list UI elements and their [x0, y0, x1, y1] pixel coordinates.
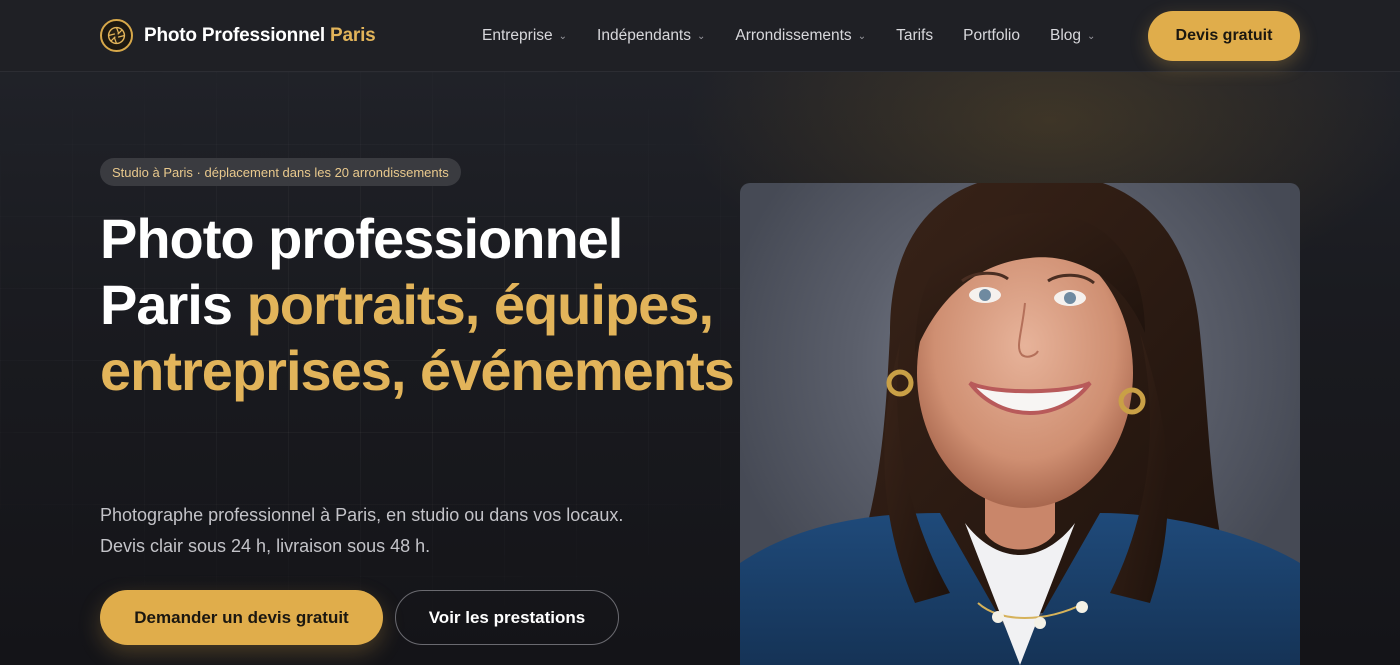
nav-item-label: Indépendants [597, 27, 691, 44]
brand-name-main: Photo Professionnel [144, 24, 325, 46]
nav-item-arrondissements[interactable]: Arrondissements ⌄ [735, 27, 866, 45]
nav-item-label: Entreprise [482, 27, 553, 44]
hero-description: Photographe professionnel à Paris, en st… [100, 500, 720, 562]
chevron-down-icon: ⌄ [857, 31, 867, 42]
hero-portrait-image [740, 183, 1300, 665]
chevron-down-icon: ⌄ [1087, 31, 1096, 42]
hero-title: Photo professionnel Paris portraits, équ… [100, 206, 740, 404]
nav-item-blog[interactable]: Blog ⌄ [1050, 27, 1095, 45]
hero-description-line1: Photographe professionnel à Paris, en st… [100, 505, 624, 525]
brand-name-accent: Paris [330, 24, 376, 46]
view-services-button[interactable]: Voir les prestations [395, 590, 619, 645]
request-quote-button[interactable]: Demander un devis gratuit [100, 590, 383, 645]
nav-item-tarifs[interactable]: Tarifs [896, 27, 933, 45]
nav-item-label: Tarifs [896, 27, 934, 44]
chevron-down-icon: ⌄ [558, 31, 568, 42]
main-nav: Entreprise ⌄ Indépendants ⌄ Arrondisseme… [482, 0, 1125, 72]
nav-item-label: Portfolio [963, 27, 1020, 44]
hero-description-line2: Devis clair sous 24 h, livraison sous 48… [100, 536, 431, 556]
header-quote-button[interactable]: Devis gratuit [1148, 11, 1300, 61]
brand-logo-link[interactable]: Photo Professionnel Paris [100, 19, 376, 52]
nav-item-independants[interactable]: Indépendants ⌄ [597, 27, 705, 45]
nav-item-entreprise[interactable]: Entreprise ⌄ [482, 27, 567, 45]
site-header: Photo Professionnel Paris Entreprise ⌄ I… [0, 0, 1400, 72]
location-badge: Studio à Paris · déplacement dans les 20… [100, 158, 461, 186]
brand-name: Photo Professionnel Paris [144, 25, 376, 47]
camera-aperture-icon [100, 19, 133, 52]
nav-item-portfolio[interactable]: Portfolio [963, 27, 1020, 45]
nav-item-label: Arrondissements [735, 27, 852, 44]
nav-item-label: Blog [1050, 27, 1082, 44]
chevron-down-icon: ⌄ [697, 31, 706, 42]
